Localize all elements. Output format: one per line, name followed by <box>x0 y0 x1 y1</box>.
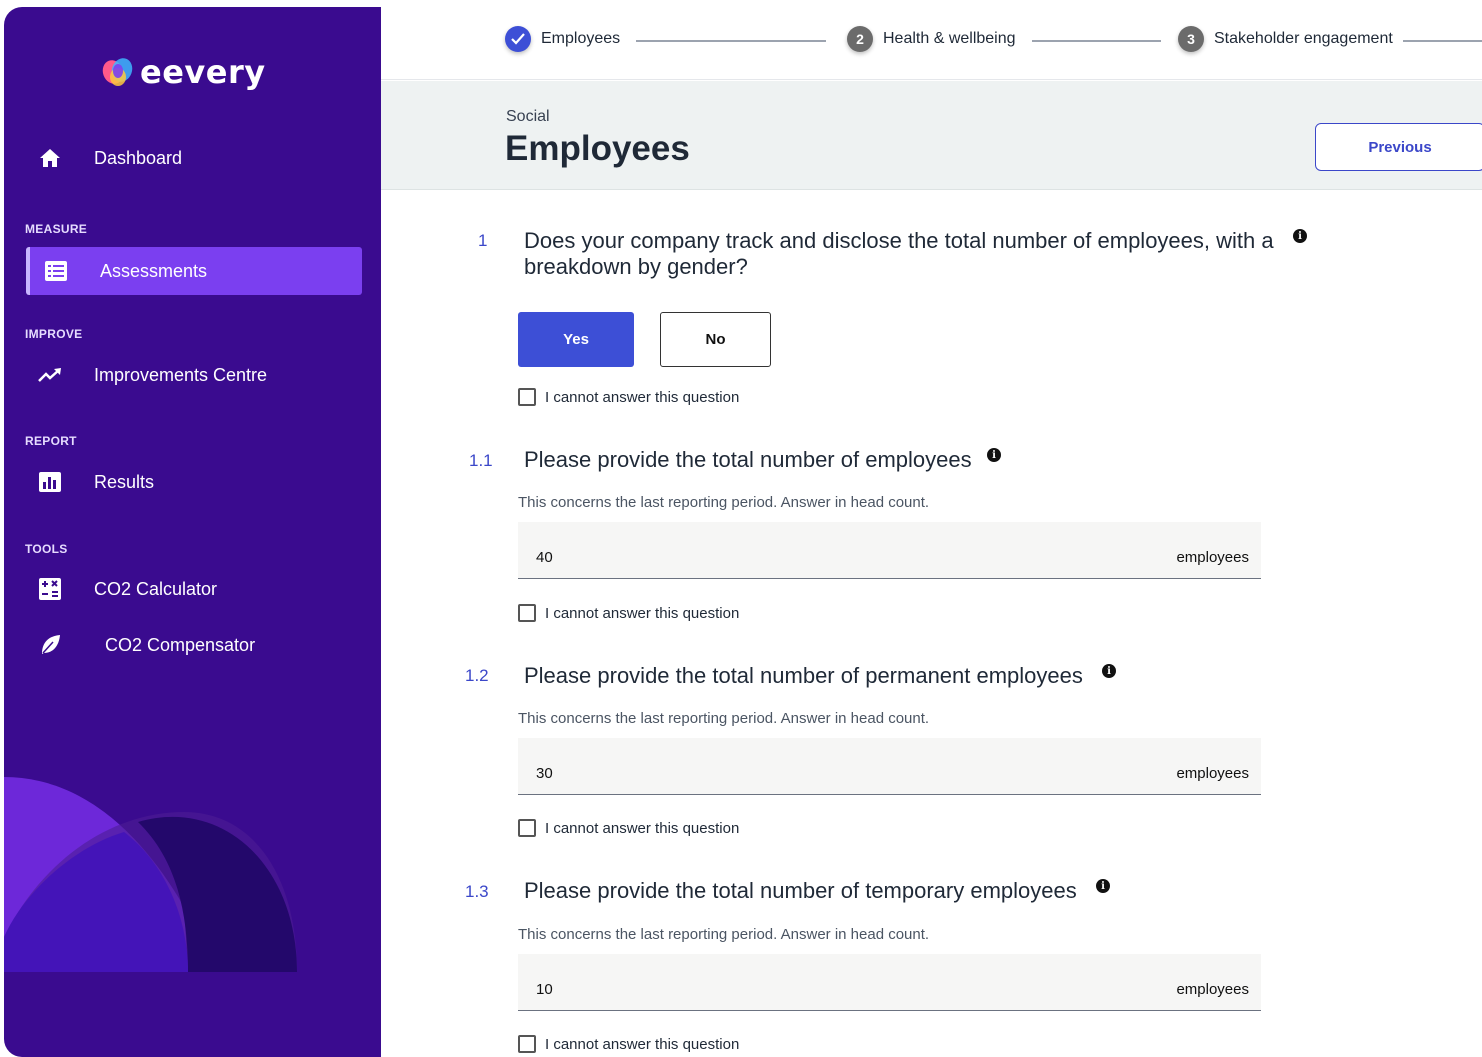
check-icon <box>505 26 531 52</box>
sidebar-item-label: CO2 Calculator <box>94 578 218 599</box>
cannot-answer-option[interactable]: I cannot answer this question <box>518 388 739 406</box>
question-hint: This concerns the last reporting period.… <box>518 494 930 511</box>
question-hint: This concerns the last reporting period.… <box>518 926 930 943</box>
sidebar: eevery Dashboard MEASURE Assessments IMP… <box>4 7 381 1057</box>
cannot-answer-option[interactable]: I cannot answer this question <box>518 604 739 622</box>
step-label: Employees <box>541 30 621 47</box>
step-connector <box>636 40 826 42</box>
step-number: 3 <box>1178 26 1204 52</box>
input-value: 40 <box>536 549 553 566</box>
page-title: Employees <box>505 129 690 168</box>
step-connector <box>1032 40 1161 42</box>
sidebar-item-label: Dashboard <box>94 147 183 168</box>
step-label: Health & wellbeing <box>883 30 1016 47</box>
section-label-measure: MEASURE <box>25 222 88 236</box>
eevery-logo[interactable]: eevery <box>100 53 266 91</box>
cannot-answer-label: I cannot answer this question <box>545 604 740 622</box>
sidebar-item-label: CO2 Compensator <box>105 634 256 655</box>
eevery-logo-icon <box>102 58 133 86</box>
sidebar-item-results[interactable]: Results <box>26 458 362 506</box>
question-text: Please provide the total number of tempo… <box>524 878 1077 904</box>
step-health-wellbeing[interactable]: 2 Health & wellbeing <box>847 26 1016 52</box>
info-icon[interactable]: i <box>1293 229 1307 243</box>
trending-up-icon <box>34 359 66 391</box>
input-unit: employees <box>1176 981 1249 998</box>
question-label: Please provide the total number of emplo… <box>524 447 972 472</box>
breadcrumb: Social <box>506 108 550 125</box>
cannot-answer-checkbox[interactable] <box>518 604 536 622</box>
step-connector <box>1403 40 1482 42</box>
sidebar-item-assessments[interactable]: Assessments <box>26 247 362 295</box>
step-employees[interactable]: Employees <box>505 26 620 52</box>
step-number: 2 <box>847 26 873 52</box>
bar-chart-icon <box>34 466 66 498</box>
step-stakeholder-engagement[interactable]: 3 Stakeholder engagement <box>1178 26 1393 52</box>
question-label: Does your company track and disclose the… <box>524 228 1274 279</box>
question-number: 1.3 <box>465 882 489 901</box>
app-name: eevery <box>140 53 266 91</box>
section-label-report: REPORT <box>25 434 77 448</box>
sidebar-item-label: Assessments <box>100 260 208 281</box>
previous-button[interactable]: Previous <box>1315 123 1482 171</box>
input-unit: employees <box>1176 549 1249 566</box>
question-text: Please provide the total number of perma… <box>524 663 1083 689</box>
question-text: Does your company track and disclose the… <box>524 228 1294 280</box>
question-label: Please provide the total number of perma… <box>524 663 1083 688</box>
input-unit: employees <box>1176 765 1249 782</box>
employees-temporary-input[interactable]: 10 employees <box>518 954 1261 1011</box>
sidebar-item-dashboard[interactable]: Dashboard <box>26 134 362 182</box>
stepper: Employees 2 Health & wellbeing 3 Stakeho… <box>381 0 1482 80</box>
cannot-answer-option[interactable]: I cannot answer this question <box>518 1035 739 1053</box>
decorative-shapes <box>4 777 297 972</box>
employees-total-input[interactable]: 40 employees <box>518 522 1261 579</box>
question-number: 1.1 <box>469 451 493 470</box>
section-label-tools: TOOLS <box>25 542 68 556</box>
section-label-improve: IMPROVE <box>25 327 83 341</box>
cannot-answer-option[interactable]: I cannot answer this question <box>518 819 739 837</box>
question-number: 1 <box>478 231 488 250</box>
home-icon <box>34 142 66 174</box>
info-icon[interactable]: i <box>1102 664 1116 678</box>
sidebar-item-label: Results <box>94 471 155 492</box>
step-label: Stakeholder engagement <box>1214 30 1393 47</box>
sidebar-item-co2-calculator[interactable]: CO2 Calculator <box>26 565 362 613</box>
input-value: 10 <box>536 981 553 998</box>
input-value: 30 <box>536 765 553 782</box>
page-header: Social Employees Previous <box>381 81 1482 190</box>
cannot-answer-checkbox[interactable] <box>518 819 536 837</box>
employees-permanent-input[interactable]: 30 employees <box>518 738 1261 795</box>
no-button[interactable]: No <box>660 312 771 367</box>
question-text: Please provide the total number of emplo… <box>524 447 972 473</box>
question-label: Please provide the total number of tempo… <box>524 878 1077 903</box>
calculator-icon <box>34 573 66 605</box>
cannot-answer-label: I cannot answer this question <box>545 1035 740 1053</box>
cannot-answer-label: I cannot answer this question <box>545 388 740 406</box>
info-icon[interactable]: i <box>987 448 1001 462</box>
info-icon[interactable]: i <box>1096 879 1110 893</box>
cannot-answer-label: I cannot answer this question <box>545 819 740 837</box>
sidebar-item-improvements-centre[interactable]: Improvements Centre <box>26 351 362 399</box>
cannot-answer-checkbox[interactable] <box>518 1035 536 1053</box>
sidebar-item-label: Improvements Centre <box>94 364 268 385</box>
leaf-icon <box>34 629 66 661</box>
yes-button[interactable]: Yes <box>518 312 634 367</box>
cannot-answer-checkbox[interactable] <box>518 388 536 406</box>
sidebar-item-co2-compensator[interactable]: CO2 Compensator <box>26 621 362 669</box>
list-icon <box>40 255 72 287</box>
question-number: 1.2 <box>465 666 489 685</box>
question-hint: This concerns the last reporting period.… <box>518 710 930 727</box>
